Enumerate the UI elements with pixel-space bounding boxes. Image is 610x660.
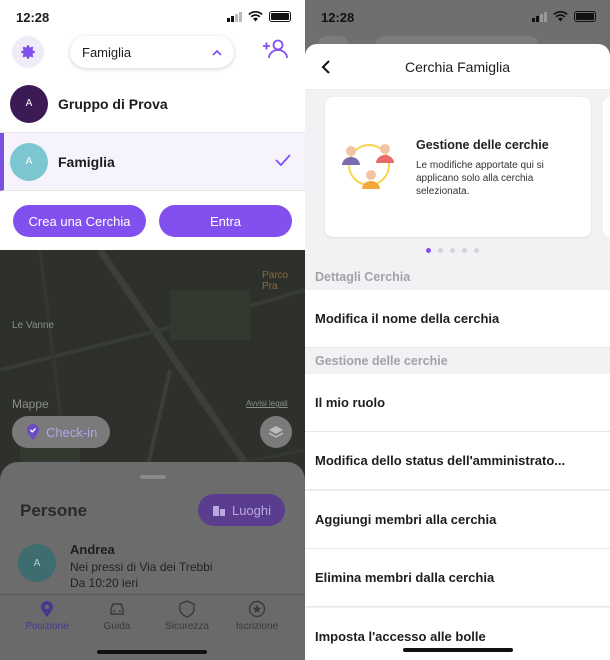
circle-members-illustration [342, 144, 394, 189]
circle-dropdown[interactable]: Famiglia [70, 36, 234, 68]
remove-members-row[interactable]: Elimina membri dalla cerchia [305, 549, 610, 607]
home-indicator [97, 650, 207, 654]
avatar: A [10, 84, 48, 123]
buildings-icon [212, 506, 225, 516]
chevron-up-icon [212, 49, 222, 56]
status-time: 12:28 [321, 10, 355, 25]
badge-star-icon [248, 600, 266, 618]
tab-safety[interactable]: Sicurezza [152, 599, 222, 632]
layers-icon [268, 426, 284, 438]
car-icon [110, 603, 124, 615]
home-indicator [403, 648, 513, 652]
circle-name: Famiglia [58, 153, 115, 170]
person-name: Andrea [70, 542, 115, 557]
shield-icon [179, 600, 195, 618]
circle-settings-sheet: Cerchia Famiglia Gestione delle cerchie … [305, 44, 610, 660]
add-person-icon [263, 39, 288, 59]
bubble-access-row[interactable]: Imposta l'accesso alle bolle [305, 608, 610, 660]
page-dot [474, 248, 479, 253]
cellular-signal-icon [532, 11, 547, 22]
info-card-title: Gestione delle cerchie [416, 138, 549, 152]
tab-label: Posizione [25, 621, 69, 632]
check-in-label: Check-in [46, 424, 98, 440]
battery-icon [574, 11, 596, 22]
wifi-icon [248, 11, 263, 22]
circle-switcher-screen: 12:28 Famiglia A Gruppo di Prova A Famig… [0, 0, 305, 660]
avatar: A [10, 142, 48, 181]
page-dot [438, 248, 443, 253]
admin-status-row[interactable]: Modifica dello status dell'amministrato.… [305, 432, 610, 490]
section-header: Dettagli Cerchia [315, 270, 411, 284]
circle-dropdown-value: Famiglia [82, 44, 132, 60]
page-dot [462, 248, 467, 253]
next-info-card[interactable] [603, 97, 610, 237]
places-label: Luoghi [231, 502, 272, 518]
carousel-page-indicator[interactable] [426, 248, 479, 253]
map-attribution: Mappe [12, 397, 49, 411]
add-person-button[interactable] [262, 38, 288, 65]
person-time: Da 10:20 ieri [70, 576, 139, 590]
gear-icon [21, 45, 35, 59]
tab-driving[interactable]: Guida [82, 599, 152, 632]
sheet-handle[interactable] [140, 475, 166, 479]
join-circle-button[interactable]: Entra [159, 205, 292, 237]
person-item[interactable]: A Andrea Nei pressi di Via dei Trebbi Da… [18, 540, 298, 590]
tab-bar: Posizione Guida Sicurezza Iscrizione [0, 594, 305, 660]
check-in-button[interactable]: Check-in [12, 416, 110, 448]
people-title: Persone [20, 501, 88, 520]
info-card[interactable]: Gestione delle cerchie Le modifiche appo… [325, 97, 591, 237]
places-button[interactable]: Luoghi [198, 494, 285, 526]
top-bar: Famiglia [0, 32, 305, 74]
status-bar: 12:28 [305, 0, 610, 36]
create-circle-button[interactable]: Crea una Cerchia [13, 205, 146, 237]
tab-label: Guida [103, 621, 131, 632]
page-dot [450, 248, 455, 253]
circle-actions: Crea una Cerchia Entra [0, 192, 305, 250]
circle-name: Gruppo di Prova [58, 95, 168, 112]
status-bar: 12:28 [0, 0, 305, 36]
tab-location[interactable]: Posizione [12, 599, 82, 632]
page-title: Cerchia Famiglia [404, 59, 511, 75]
sheet-header: Cerchia Famiglia [305, 44, 610, 90]
status-time: 12:28 [16, 10, 50, 25]
tab-label: Iscrizione [235, 621, 279, 632]
edit-circle-name-row[interactable]: Modifica il nome della cerchia [305, 290, 610, 348]
legal-link[interactable]: Avvisi legali [246, 399, 288, 408]
person-address: Nei pressi di Via dei Trebbi [70, 560, 213, 574]
location-pin-icon [41, 601, 53, 617]
settings-gear-button[interactable] [12, 36, 44, 68]
page-dot-active [426, 248, 431, 253]
circle-settings-screen: 12:28 Cerchia Famiglia Gestione delle ce… [305, 0, 610, 660]
map-layers-button[interactable] [260, 416, 292, 448]
circle-item[interactable]: A Gruppo di Prova [0, 75, 305, 133]
wifi-icon [553, 11, 568, 22]
map-place-label: Le Vanne [12, 320, 55, 331]
cellular-signal-icon [227, 11, 242, 22]
map-place-label: Parco Pra [262, 270, 289, 292]
circle-item-selected[interactable]: A Famiglia [0, 133, 305, 191]
battery-icon [269, 11, 291, 22]
avatar: A [18, 544, 56, 582]
info-card-description: Le modifiche apportate qui si applicano … [416, 160, 544, 197]
checkmark-icon [275, 154, 291, 166]
tab-label: Sicurezza [165, 621, 209, 632]
my-role-row[interactable]: Il mio ruolo [305, 374, 610, 432]
location-pin-icon [27, 423, 39, 440]
tab-membership[interactable]: Iscrizione [222, 599, 292, 632]
add-members-row[interactable]: Aggiungi membri alla cerchia [305, 491, 610, 549]
section-header: Gestione delle cerchie [315, 354, 448, 368]
